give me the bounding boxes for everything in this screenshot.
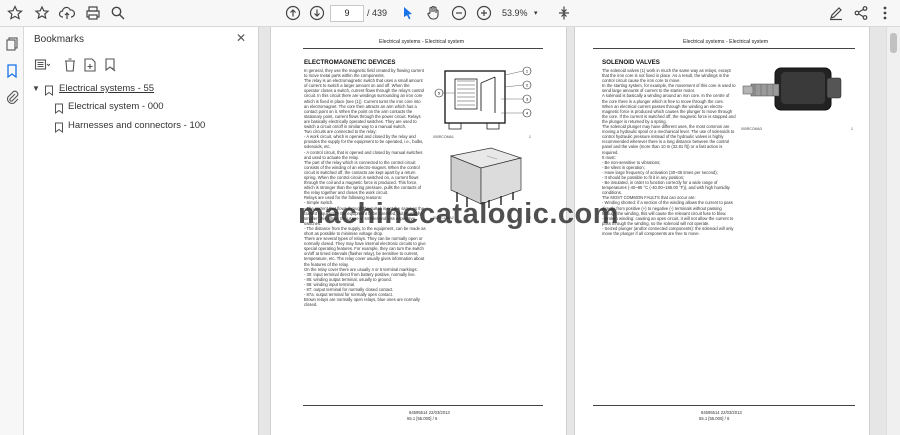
more-options-icon[interactable] bbox=[876, 4, 894, 22]
top-toolbar: 9 / 439 53.9% ▾ bbox=[0, 0, 900, 27]
bookmark-item-harnesses[interactable]: Harnesses and connectors - 100 bbox=[68, 120, 205, 131]
paragraph: A solenoid is basically a winding around… bbox=[602, 93, 736, 124]
attachment-icon[interactable] bbox=[4, 89, 20, 105]
relay-schematic-figure: 1 2 3 4 5 bbox=[431, 63, 535, 134]
page-header: Electrical systems - Electrical system bbox=[683, 39, 769, 45]
figure-number: 1 bbox=[529, 135, 531, 139]
document-viewer[interactable]: Electrical systems - Electrical system E… bbox=[259, 27, 886, 435]
paragraph: The solenoid plunger may have different … bbox=[602, 124, 735, 155]
body-text-column: The solenoid valves (1) work in much the… bbox=[602, 68, 736, 368]
zoom-in-icon[interactable] bbox=[475, 4, 493, 22]
solenoid-valve-figure bbox=[739, 64, 856, 126]
section-title: SOLENOID VALVES bbox=[602, 59, 660, 66]
figure-number: 1 bbox=[851, 127, 853, 131]
upload-cloud-icon[interactable] bbox=[58, 4, 76, 22]
bookmark-item-icon bbox=[44, 83, 54, 96]
tag-bookmark-icon[interactable] bbox=[102, 57, 118, 73]
bookmark-item-icon bbox=[54, 120, 64, 133]
header-rule bbox=[593, 48, 855, 49]
section-title: ELECTROMAGNETIC DEVICES bbox=[304, 59, 396, 66]
bookmarks-icon[interactable] bbox=[4, 63, 20, 79]
paragraph: The solenoid valves (1) work in much the… bbox=[602, 68, 731, 84]
footer-rule bbox=[593, 405, 855, 406]
header-rule bbox=[303, 48, 543, 49]
figure-caption: 000RCOMA3 bbox=[741, 127, 762, 131]
page-number-input[interactable]: 9 bbox=[330, 5, 364, 22]
footer-page: 55.1 [55.000] / 6 bbox=[407, 416, 438, 421]
select-cursor-icon[interactable] bbox=[399, 4, 417, 22]
paragraph: The part of the relay which is connected… bbox=[304, 159, 422, 196]
footer-code: 84595514 22/03/2013 bbox=[701, 410, 742, 415]
footer-rule bbox=[303, 405, 543, 406]
paragraph: - Be insulated, in order to function cor… bbox=[602, 180, 730, 196]
fit-page-icon[interactable] bbox=[555, 4, 573, 22]
print-icon[interactable] bbox=[84, 4, 102, 22]
footer-page: 55.1 [55.000] / 6 bbox=[699, 416, 730, 421]
sign-icon[interactable] bbox=[827, 4, 845, 22]
paragraph: On the relay cover there are usually 4 o… bbox=[304, 266, 418, 272]
body-text-column: In general, they use the magnetic field … bbox=[304, 68, 426, 398]
chevron-down-icon: ▾ bbox=[534, 10, 538, 17]
bookmarks-title: Bookmarks bbox=[34, 34, 85, 45]
document-page-right: Electrical systems - Electrical system S… bbox=[574, 27, 870, 435]
bookmark-star-icon[interactable] bbox=[33, 4, 51, 22]
hand-tool-icon[interactable] bbox=[424, 4, 442, 22]
zoom-value: 53.9% bbox=[502, 8, 528, 18]
footer-code: 84595514 22/03/2013 bbox=[409, 410, 450, 415]
paragraph: - Broken winding: causing an open circui… bbox=[602, 215, 734, 226]
paragraph: The relay is an electromagnetic switch t… bbox=[304, 78, 425, 130]
paragraph: - A work circuit, which is opened and cl… bbox=[304, 134, 424, 150]
paragraph: - Seized plunger (and/or connected compo… bbox=[602, 225, 734, 236]
page-header: Electrical systems - Electrical system bbox=[379, 39, 465, 45]
page-total: / 439 bbox=[367, 8, 388, 18]
watermark-text: machinecatalogic.com bbox=[298, 198, 620, 230]
sidebar-rail bbox=[0, 27, 24, 435]
figure-caption: 000RCOMA1 bbox=[433, 135, 454, 139]
bookmarks-panel: Bookmarks ✕ ▼ Electrical systems - 55 El… bbox=[24, 27, 259, 435]
share-icon[interactable] bbox=[852, 4, 870, 22]
add-bookmark-icon[interactable] bbox=[82, 57, 98, 73]
paragraph: There are several types of relays. They … bbox=[304, 236, 426, 267]
vertical-scrollbar[interactable] bbox=[886, 27, 900, 435]
page-down-icon[interactable] bbox=[308, 4, 326, 22]
paragraph: In the starting system, for example, the… bbox=[602, 83, 736, 94]
paragraph: In general, they use the magnetic field … bbox=[304, 68, 424, 79]
star-icon[interactable] bbox=[6, 4, 24, 22]
delete-bookmark-icon[interactable] bbox=[62, 57, 78, 73]
zoom-level[interactable]: 53.9% ▾ bbox=[500, 5, 544, 22]
page-up-icon[interactable] bbox=[284, 4, 302, 22]
collapse-chevron-icon[interactable]: ▼ bbox=[32, 84, 40, 93]
bookmark-item-electrical-system[interactable]: Electrical system - 000 bbox=[68, 101, 164, 112]
bookmark-options-icon[interactable] bbox=[34, 57, 51, 73]
document-page-left: Electrical systems - Electrical system E… bbox=[270, 27, 567, 435]
search-icon[interactable] bbox=[109, 4, 127, 22]
bookmark-item-icon bbox=[54, 101, 64, 114]
paragraph: - A control circuit, that is opened and … bbox=[304, 149, 423, 160]
pages-thumbnail-icon[interactable] bbox=[4, 36, 20, 52]
scrollbar-thumb[interactable] bbox=[890, 33, 897, 53]
bookmark-item-electrical-systems[interactable]: Electrical systems - 55 bbox=[59, 83, 154, 94]
paragraph: - Winding shorted: if a section of the w… bbox=[602, 200, 733, 216]
zoom-out-icon[interactable] bbox=[450, 4, 468, 22]
paragraph: Brown relays are normally open relays, b… bbox=[304, 297, 420, 308]
close-icon[interactable]: ✕ bbox=[234, 31, 248, 45]
